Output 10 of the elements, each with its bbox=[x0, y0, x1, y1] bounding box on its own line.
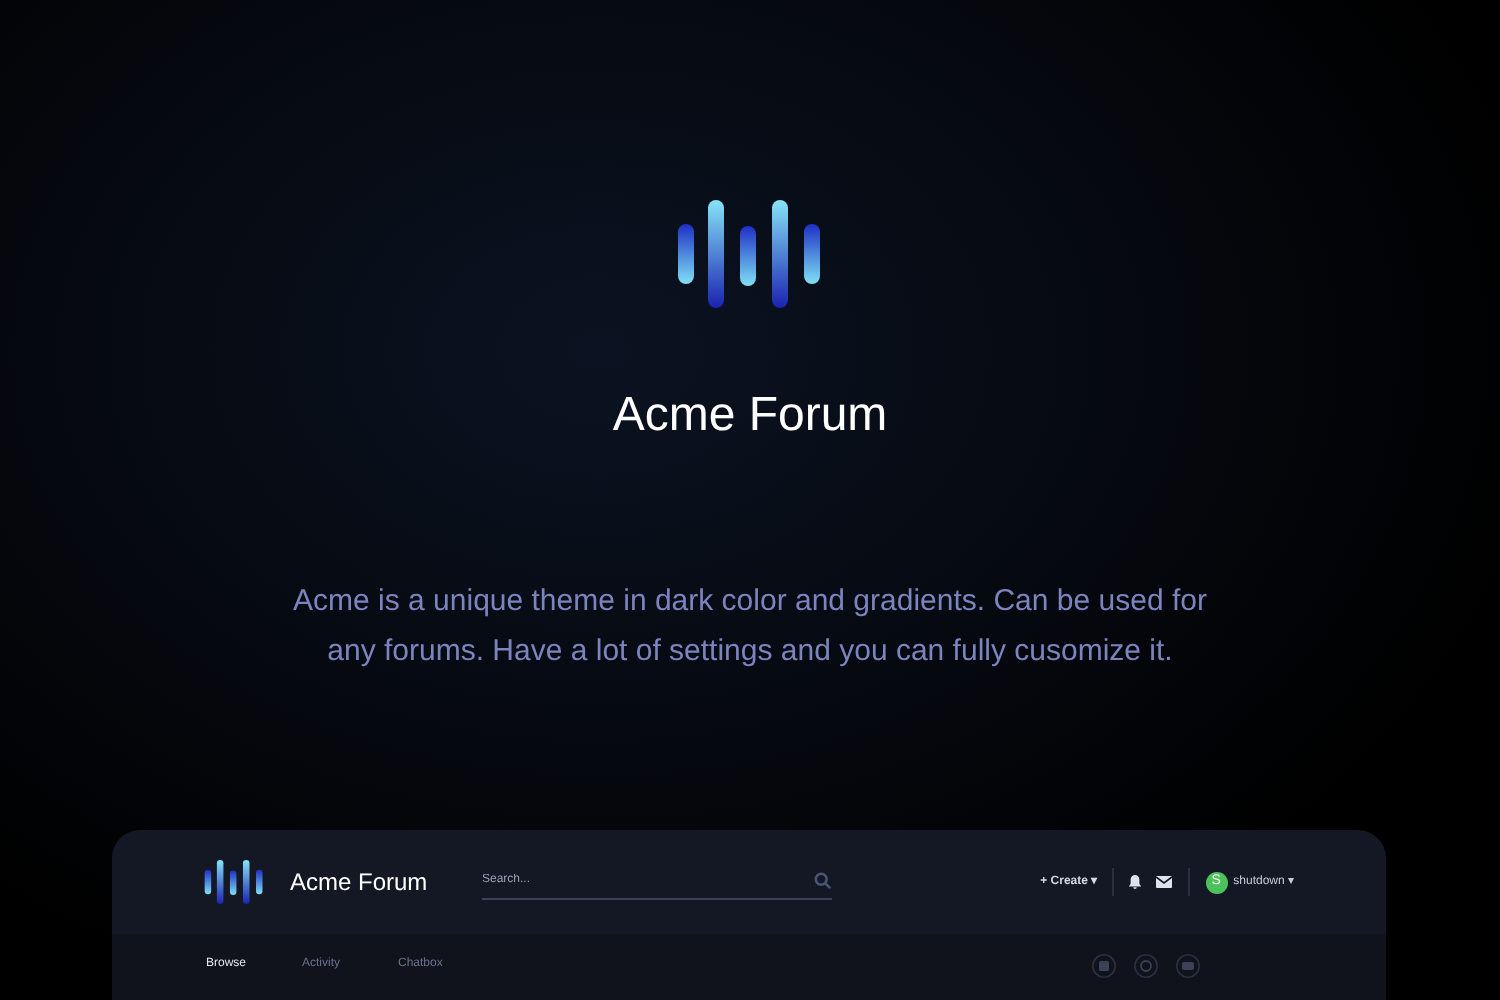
brand-name: Acme Forum bbox=[290, 866, 430, 900]
mail-icon[interactable] bbox=[1155, 876, 1172, 888]
bell-icon[interactable] bbox=[1127, 874, 1142, 890]
search-icon bbox=[814, 872, 832, 890]
logo-icon bbox=[204, 860, 264, 904]
hero-title: Acme Forum bbox=[612, 386, 888, 446]
logo-icon bbox=[678, 200, 822, 308]
video-icon[interactable] bbox=[1176, 954, 1200, 978]
hero-description: Acme is a unique theme in dark color and gradients. Can be used for any forums. Have a lot of settings and you can fully cusomize it. bbox=[291, 582, 1209, 672]
circle-icon[interactable] bbox=[1134, 954, 1158, 978]
